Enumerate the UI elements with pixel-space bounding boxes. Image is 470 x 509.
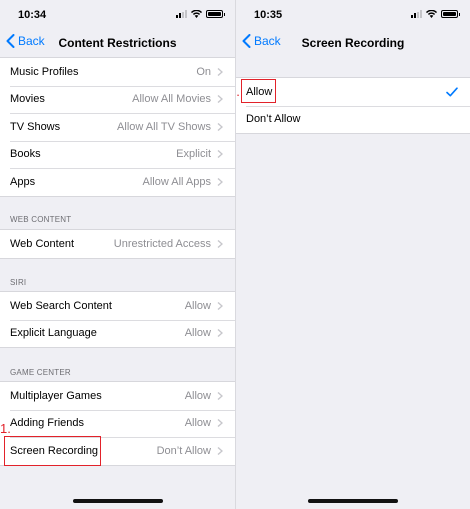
list-item-music-profiles[interactable]: Music Profiles On xyxy=(0,58,235,86)
chevron-right-icon xyxy=(217,95,223,104)
row-label: Explicit Language xyxy=(10,327,97,340)
row-value: Allow All TV Shows xyxy=(117,120,211,133)
chevron-right-icon xyxy=(217,150,223,159)
chevron-right-icon xyxy=(217,446,223,455)
home-indicator xyxy=(72,499,163,503)
cellular-signal-icon xyxy=(176,10,187,18)
chevron-right-icon xyxy=(217,391,223,400)
back-button[interactable]: Back xyxy=(242,34,281,48)
home-indicator xyxy=(308,499,398,503)
list-item-adding-friends[interactable]: Adding Friends Allow xyxy=(0,409,235,438)
annotation-highlight-box-1 xyxy=(4,436,101,466)
row-value: Unrestricted Access xyxy=(113,237,211,250)
list-item-movies[interactable]: Movies Allow All Movies xyxy=(0,85,235,114)
siri-group: Web Search Content Allow Explicit Langua… xyxy=(0,291,235,348)
annotation-step-1: 1. xyxy=(0,421,11,436)
row-label: Web Search Content xyxy=(10,299,112,312)
row-label: Multiplayer Games xyxy=(10,389,102,402)
annotation-step-2: 2. xyxy=(236,84,240,99)
row-label: Adding Friends xyxy=(10,417,84,430)
list-item-web-search-content[interactable]: Web Search Content Allow xyxy=(0,292,235,320)
chevron-right-icon xyxy=(217,301,223,310)
chevron-right-icon xyxy=(217,122,223,131)
option-label: Allow xyxy=(246,85,273,98)
row-value: Allow xyxy=(184,327,211,340)
chevron-right-icon xyxy=(217,239,223,248)
chevron-right-icon xyxy=(217,177,223,186)
section-header-siri: SIRI xyxy=(10,278,27,287)
status-time: 10:35 xyxy=(254,9,283,21)
list-item-multiplayer-games[interactable]: Multiplayer Games Allow xyxy=(0,382,235,410)
row-label: Music Profiles xyxy=(10,65,79,78)
row-value: Allow xyxy=(184,299,211,312)
status-bar: 10:34 xyxy=(0,0,235,28)
list-item-tv-shows[interactable]: TV Shows Allow All TV Shows xyxy=(0,113,235,141)
nav-bar: Back Content Restrictions xyxy=(0,28,235,56)
media-restrictions-group: Music Profiles On Movies Allow All Movie… xyxy=(0,57,235,197)
chevron-right-icon xyxy=(217,419,223,428)
status-icons xyxy=(411,10,460,18)
list-item-books[interactable]: Books Explicit xyxy=(0,140,235,169)
row-value: Allow All Movies xyxy=(132,93,211,106)
list-item-apps[interactable]: Apps Allow All Apps xyxy=(0,168,235,196)
row-label: Movies xyxy=(10,93,45,106)
chevron-left-icon xyxy=(242,34,251,48)
section-header-web-content: WEB CONTENT xyxy=(10,215,72,224)
row-value: Allow xyxy=(184,417,211,430)
list-item-explicit-language[interactable]: Explicit Language Allow xyxy=(0,319,235,348)
row-value: On xyxy=(196,65,211,78)
screen-recording-screen: 10:35 Back Screen Recording Allow Don’t … xyxy=(235,0,470,509)
row-label: TV Shows xyxy=(10,120,61,133)
battery-icon xyxy=(206,10,225,18)
chevron-right-icon xyxy=(217,67,223,76)
back-label: Back xyxy=(254,34,281,48)
back-button[interactable]: Back xyxy=(6,34,45,48)
nav-bar: Back Screen Recording xyxy=(236,28,470,56)
annotation-highlight-box-2 xyxy=(241,79,276,103)
row-value: Allow xyxy=(184,389,211,402)
wifi-icon xyxy=(426,10,437,18)
web-content-group: Web Content Unrestricted Access xyxy=(0,229,235,259)
row-label: Books xyxy=(10,148,41,161)
chevron-left-icon xyxy=(6,34,15,48)
row-value: Explicit xyxy=(176,148,211,161)
status-time: 10:34 xyxy=(18,9,47,21)
status-icons xyxy=(176,10,225,18)
wifi-icon xyxy=(191,10,202,18)
chevron-right-icon xyxy=(217,329,223,338)
checkmark-icon xyxy=(446,87,458,97)
row-label: Web Content xyxy=(10,237,75,250)
option-label: Don’t Allow xyxy=(246,113,301,126)
row-value: Allow All Apps xyxy=(142,175,211,188)
option-dont-allow[interactable]: Don’t Allow xyxy=(236,105,470,134)
battery-icon xyxy=(441,10,460,18)
row-label: Apps xyxy=(10,175,36,188)
list-item-web-content[interactable]: Web Content Unrestricted Access xyxy=(0,230,235,258)
content-restrictions-screen: 10:34 Back Content Restrictions Music Pr… xyxy=(0,0,235,509)
cellular-signal-icon xyxy=(411,10,422,18)
section-header-game-center: GAME CENTER xyxy=(10,368,71,377)
status-bar: 10:35 xyxy=(236,0,470,28)
back-label: Back xyxy=(18,34,45,48)
row-value: Don’t Allow xyxy=(156,444,211,457)
